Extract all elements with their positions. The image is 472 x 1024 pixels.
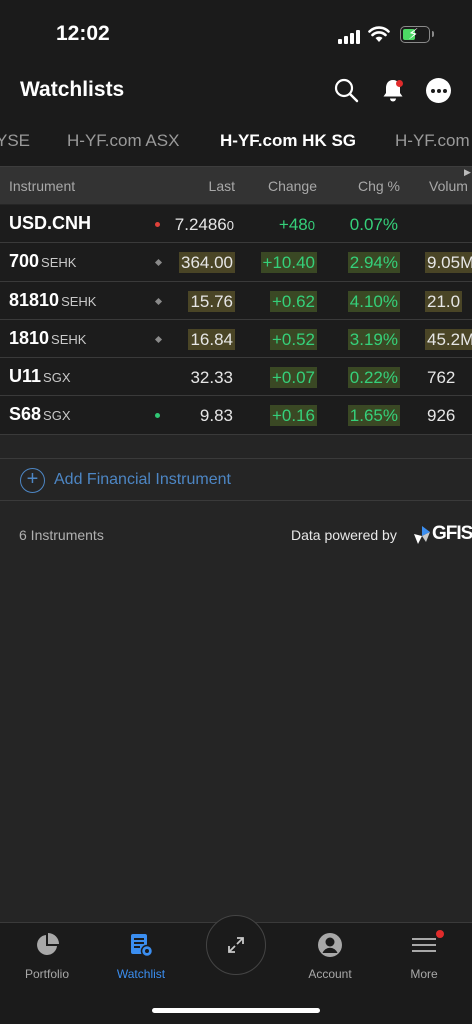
tab-asx[interactable]: H-YF.com ASX [67,131,179,151]
tab-next[interactable]: H-YF.com [395,131,470,151]
notification-badge [396,80,403,87]
page-title: Watchlists [20,78,125,101]
tab-hk-sg[interactable]: H-YF.com HK SG [220,131,356,151]
table-row[interactable]: 700 SEHK 364.00 +10.40 2.94% 9.05M [0,243,472,282]
last-price: 364.00 [179,252,235,274]
search-icon[interactable] [333,77,359,103]
gfis-logo-icon [414,526,430,544]
instrument-count: 6 Instruments [19,527,104,543]
add-instrument-link[interactable]: Add Financial Instrument [54,471,231,489]
column-header-change[interactable]: Change [268,178,317,194]
last-price: 16.84 [188,328,235,350]
add-instrument-row[interactable]: + Add Financial Instrument [0,458,472,501]
column-header-volume[interactable]: Volum [429,178,468,194]
volume-value: 45.2M [425,328,472,350]
column-header-last[interactable]: Last [209,178,235,194]
status-dot-icon [155,413,160,419]
diamond-marker-icon [154,259,163,267]
watchlist-icon [131,934,154,958]
table-row[interactable]: 81810 SEHK 15.76 +0.62 4.10% 21.0 [0,282,472,320]
volume-value: 21.0 [425,290,463,312]
volume-value: 9.05M [425,252,472,274]
nav-account[interactable]: Account [290,931,370,981]
top-bar: 12:02 ⚡ Watchlists YSE H-YF.com ASX H-YF… [0,0,472,166]
status-time: 12:02 [56,22,110,45]
change-percent: 1.65% [347,405,400,427]
change-percent: 4.10% [347,290,400,312]
gfis-brand: GFIS [432,523,472,544]
instrument-symbol: USD.CNH [9,213,92,233]
table-header: Instrument Last Change Chg % Volum [0,166,472,204]
volume-value: 762 [427,368,456,388]
change-value: +0.62 [269,290,317,312]
instrument-symbol: 700 SEHK [9,251,77,272]
last-price: 32.33 [190,368,233,388]
column-header-chg-pct[interactable]: Chg % [358,178,400,194]
center-action-button[interactable] [206,915,266,975]
change-value: +10.40 [260,252,317,274]
table-row[interactable]: S68 SGX 9.83 +0.16 1.65% 926 [0,396,472,435]
nav-watchlist[interactable]: Watchlist [101,931,181,981]
column-header-instrument[interactable]: Instrument [9,178,75,194]
instrument-table: USD.CNH 7.24860 +480 0.07% 700 SEHK 364.0… [0,205,472,435]
more-notification-badge [436,930,444,938]
cellular-signal-icon [338,28,360,44]
user-icon [318,933,342,957]
status-dot-icon [155,222,160,227]
scroll-right-arrow-icon[interactable]: ▶ [464,167,471,178]
change-percent: 0.22% [347,367,400,389]
instrument-symbol: 1810 SEHK [9,327,87,348]
nav-more[interactable]: More [384,931,464,981]
change-value: +0.16 [269,405,317,427]
instrument-symbol: S68 SGX [9,404,71,425]
nav-portfolio[interactable]: Portfolio [7,931,87,981]
wifi-icon [368,26,390,42]
add-circle-icon[interactable]: + [20,468,45,493]
pie-chart-icon [37,933,59,955]
last-price: 15.76 [188,290,235,312]
home-indicator[interactable] [152,1008,320,1013]
change-value: +0.07 [269,367,317,389]
more-options-icon[interactable] [426,78,451,103]
tab-yse[interactable]: YSE [0,131,30,151]
change-percent: 3.19% [347,328,400,350]
change-value: +480 [278,215,315,234]
change-percent: 0.07% [349,215,398,234]
last-price: 7.24860 [174,215,234,234]
volume-value: 926 [427,406,456,426]
diamond-marker-icon [154,297,163,305]
instrument-symbol: U11 SGX [9,366,71,387]
powered-by-label: Data powered by [291,527,397,543]
table-row[interactable]: USD.CNH 7.24860 +480 0.07% [0,205,472,244]
table-row[interactable]: U11 SGX 32.33 +0.07 0.22% 762 [0,358,472,397]
diamond-marker-icon [154,335,163,343]
table-row[interactable]: 1810 SEHK 16.84 +0.52 3.19% 45.2M [0,320,472,359]
last-price: 9.83 [199,406,233,426]
expand-arrows-icon [227,936,244,953]
battery-charging-icon: ⚡ [400,26,434,43]
hamburger-icon [412,938,436,952]
instrument-symbol: 81810 SEHK [9,289,97,310]
change-value: +0.52 [269,328,317,350]
change-percent: 2.94% [347,252,400,274]
